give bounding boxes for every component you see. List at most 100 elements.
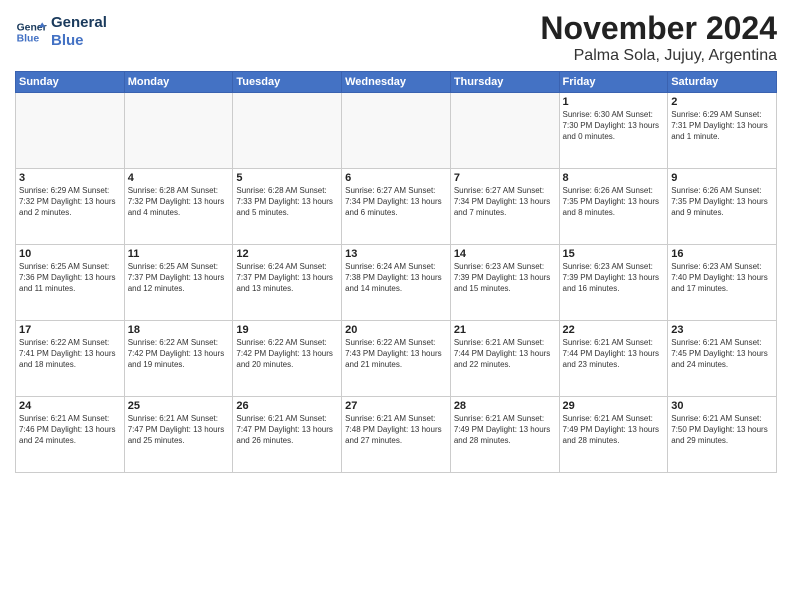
calendar-cell: 26Sunrise: 6:21 AM Sunset: 7:47 PM Dayli… [233, 397, 342, 473]
calendar-cell: 30Sunrise: 6:21 AM Sunset: 7:50 PM Dayli… [668, 397, 777, 473]
calendar-cell: 4Sunrise: 6:28 AM Sunset: 7:32 PM Daylig… [124, 169, 233, 245]
day-info: Sunrise: 6:23 AM Sunset: 7:40 PM Dayligh… [671, 261, 773, 295]
calendar-cell: 17Sunrise: 6:22 AM Sunset: 7:41 PM Dayli… [16, 321, 125, 397]
day-info: Sunrise: 6:26 AM Sunset: 7:35 PM Dayligh… [671, 185, 773, 219]
day-number: 9 [671, 172, 773, 184]
calendar-cell: 9Sunrise: 6:26 AM Sunset: 7:35 PM Daylig… [668, 169, 777, 245]
day-info: Sunrise: 6:23 AM Sunset: 7:39 PM Dayligh… [454, 261, 556, 295]
calendar-cell: 12Sunrise: 6:24 AM Sunset: 7:37 PM Dayli… [233, 245, 342, 321]
svg-text:Blue: Blue [17, 34, 40, 45]
day-number: 24 [19, 400, 121, 412]
day-number: 2 [671, 96, 773, 108]
day-info: Sunrise: 6:27 AM Sunset: 7:34 PM Dayligh… [345, 185, 447, 219]
col-thursday: Thursday [450, 72, 559, 93]
day-info: Sunrise: 6:21 AM Sunset: 7:45 PM Dayligh… [671, 337, 773, 371]
calendar-week-1: 1Sunrise: 6:30 AM Sunset: 7:30 PM Daylig… [16, 93, 777, 169]
calendar-cell [233, 93, 342, 169]
calendar-cell: 15Sunrise: 6:23 AM Sunset: 7:39 PM Dayli… [559, 245, 668, 321]
day-number: 19 [236, 324, 338, 336]
day-info: Sunrise: 6:21 AM Sunset: 7:48 PM Dayligh… [345, 413, 447, 447]
calendar-header-row: Sunday Monday Tuesday Wednesday Thursday… [16, 72, 777, 93]
calendar-cell: 21Sunrise: 6:21 AM Sunset: 7:44 PM Dayli… [450, 321, 559, 397]
day-info: Sunrise: 6:28 AM Sunset: 7:33 PM Dayligh… [236, 185, 338, 219]
col-friday: Friday [559, 72, 668, 93]
calendar: Sunday Monday Tuesday Wednesday Thursday… [15, 71, 777, 473]
calendar-cell [16, 93, 125, 169]
day-number: 28 [454, 400, 556, 412]
calendar-cell [342, 93, 451, 169]
day-info: Sunrise: 6:21 AM Sunset: 7:44 PM Dayligh… [454, 337, 556, 371]
day-number: 3 [19, 172, 121, 184]
calendar-cell: 13Sunrise: 6:24 AM Sunset: 7:38 PM Dayli… [342, 245, 451, 321]
calendar-cell: 23Sunrise: 6:21 AM Sunset: 7:45 PM Dayli… [668, 321, 777, 397]
day-number: 10 [19, 248, 121, 260]
calendar-cell: 11Sunrise: 6:25 AM Sunset: 7:37 PM Dayli… [124, 245, 233, 321]
calendar-week-2: 3Sunrise: 6:29 AM Sunset: 7:32 PM Daylig… [16, 169, 777, 245]
day-info: Sunrise: 6:22 AM Sunset: 7:43 PM Dayligh… [345, 337, 447, 371]
header: General Blue GeneralBlue November 2024 P… [15, 10, 777, 65]
day-number: 11 [128, 248, 230, 260]
day-number: 12 [236, 248, 338, 260]
day-info: Sunrise: 6:21 AM Sunset: 7:49 PM Dayligh… [454, 413, 556, 447]
day-number: 26 [236, 400, 338, 412]
calendar-cell: 16Sunrise: 6:23 AM Sunset: 7:40 PM Dayli… [668, 245, 777, 321]
day-number: 1 [563, 96, 665, 108]
day-number: 21 [454, 324, 556, 336]
day-number: 16 [671, 248, 773, 260]
col-wednesday: Wednesday [342, 72, 451, 93]
day-number: 14 [454, 248, 556, 260]
calendar-cell: 6Sunrise: 6:27 AM Sunset: 7:34 PM Daylig… [342, 169, 451, 245]
calendar-week-5: 24Sunrise: 6:21 AM Sunset: 7:46 PM Dayli… [16, 397, 777, 473]
day-info: Sunrise: 6:30 AM Sunset: 7:30 PM Dayligh… [563, 109, 665, 143]
calendar-cell: 7Sunrise: 6:27 AM Sunset: 7:34 PM Daylig… [450, 169, 559, 245]
day-info: Sunrise: 6:22 AM Sunset: 7:42 PM Dayligh… [236, 337, 338, 371]
day-number: 5 [236, 172, 338, 184]
month-title: November 2024 [540, 10, 777, 47]
calendar-cell [124, 93, 233, 169]
calendar-cell: 1Sunrise: 6:30 AM Sunset: 7:30 PM Daylig… [559, 93, 668, 169]
calendar-cell: 14Sunrise: 6:23 AM Sunset: 7:39 PM Dayli… [450, 245, 559, 321]
calendar-cell: 10Sunrise: 6:25 AM Sunset: 7:36 PM Dayli… [16, 245, 125, 321]
calendar-cell: 28Sunrise: 6:21 AM Sunset: 7:49 PM Dayli… [450, 397, 559, 473]
day-info: Sunrise: 6:29 AM Sunset: 7:31 PM Dayligh… [671, 109, 773, 143]
day-number: 20 [345, 324, 447, 336]
day-number: 13 [345, 248, 447, 260]
calendar-cell: 2Sunrise: 6:29 AM Sunset: 7:31 PM Daylig… [668, 93, 777, 169]
day-number: 7 [454, 172, 556, 184]
day-number: 8 [563, 172, 665, 184]
day-info: Sunrise: 6:25 AM Sunset: 7:37 PM Dayligh… [128, 261, 230, 295]
day-info: Sunrise: 6:24 AM Sunset: 7:37 PM Dayligh… [236, 261, 338, 295]
day-info: Sunrise: 6:25 AM Sunset: 7:36 PM Dayligh… [19, 261, 121, 295]
day-info: Sunrise: 6:29 AM Sunset: 7:32 PM Dayligh… [19, 185, 121, 219]
day-info: Sunrise: 6:21 AM Sunset: 7:44 PM Dayligh… [563, 337, 665, 371]
title-area: November 2024 Palma Sola, Jujuy, Argenti… [540, 10, 777, 65]
day-number: 15 [563, 248, 665, 260]
calendar-week-4: 17Sunrise: 6:22 AM Sunset: 7:41 PM Dayli… [16, 321, 777, 397]
calendar-cell: 18Sunrise: 6:22 AM Sunset: 7:42 PM Dayli… [124, 321, 233, 397]
day-info: Sunrise: 6:27 AM Sunset: 7:34 PM Dayligh… [454, 185, 556, 219]
day-info: Sunrise: 6:21 AM Sunset: 7:46 PM Dayligh… [19, 413, 121, 447]
col-tuesday: Tuesday [233, 72, 342, 93]
calendar-week-3: 10Sunrise: 6:25 AM Sunset: 7:36 PM Dayli… [16, 245, 777, 321]
day-number: 25 [128, 400, 230, 412]
calendar-cell: 5Sunrise: 6:28 AM Sunset: 7:33 PM Daylig… [233, 169, 342, 245]
location-title: Palma Sola, Jujuy, Argentina [540, 47, 777, 65]
day-number: 18 [128, 324, 230, 336]
day-number: 23 [671, 324, 773, 336]
col-saturday: Saturday [668, 72, 777, 93]
day-info: Sunrise: 6:26 AM Sunset: 7:35 PM Dayligh… [563, 185, 665, 219]
calendar-cell: 3Sunrise: 6:29 AM Sunset: 7:32 PM Daylig… [16, 169, 125, 245]
day-number: 29 [563, 400, 665, 412]
calendar-cell: 8Sunrise: 6:26 AM Sunset: 7:35 PM Daylig… [559, 169, 668, 245]
day-number: 30 [671, 400, 773, 412]
day-info: Sunrise: 6:22 AM Sunset: 7:41 PM Dayligh… [19, 337, 121, 371]
calendar-cell: 22Sunrise: 6:21 AM Sunset: 7:44 PM Dayli… [559, 321, 668, 397]
day-info: Sunrise: 6:23 AM Sunset: 7:39 PM Dayligh… [563, 261, 665, 295]
page: General Blue GeneralBlue November 2024 P… [0, 0, 792, 612]
calendar-cell: 25Sunrise: 6:21 AM Sunset: 7:47 PM Dayli… [124, 397, 233, 473]
day-info: Sunrise: 6:24 AM Sunset: 7:38 PM Dayligh… [345, 261, 447, 295]
day-number: 27 [345, 400, 447, 412]
logo-icon: General Blue [15, 16, 47, 48]
calendar-cell: 20Sunrise: 6:22 AM Sunset: 7:43 PM Dayli… [342, 321, 451, 397]
day-number: 4 [128, 172, 230, 184]
